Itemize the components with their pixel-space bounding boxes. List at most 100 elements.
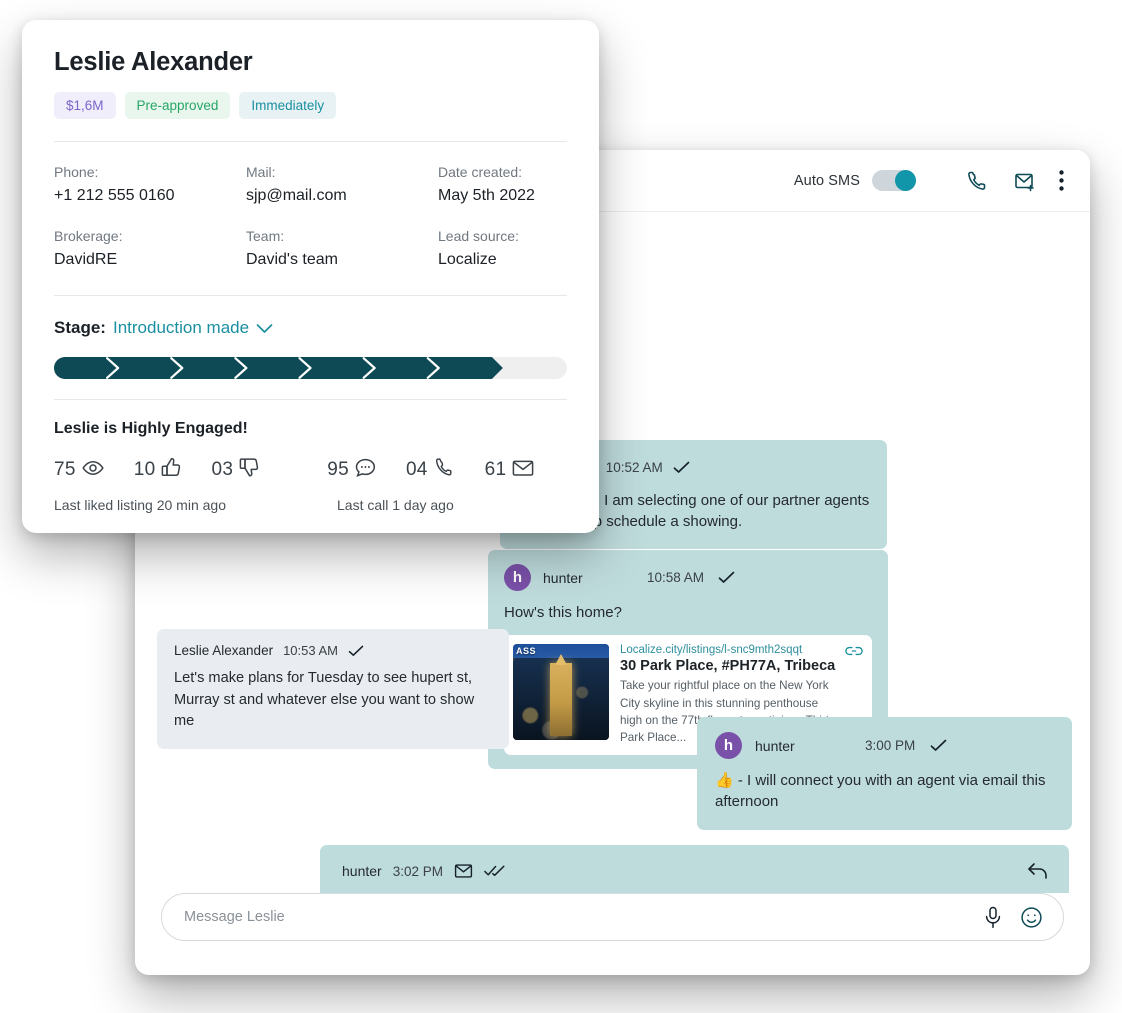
avatar: h (504, 564, 531, 591)
message-sender: hunter (755, 737, 795, 754)
check-icon (930, 739, 947, 752)
chat-bubble-icon (355, 458, 376, 483)
listing-title: 30 Park Place, #PH77A, Tribeca (620, 658, 836, 675)
more-vertical-icon[interactable] (1059, 170, 1064, 191)
message-time: 10:53 AM (283, 643, 339, 658)
message-text: 👍 - I will connect you with an agent via… (715, 772, 1046, 811)
status-badge-approval: Pre-approved (124, 92, 231, 119)
info-label: Date created: (438, 164, 523, 180)
stage-label: Stage: (54, 318, 106, 337)
stage-progress-svg (54, 357, 567, 379)
message-composer[interactable] (161, 893, 1064, 941)
engagement-stats-right: 95 04 61 (327, 457, 564, 483)
stat-count: 61 (484, 459, 507, 480)
engagement-stats-left: 75 10 03 (54, 457, 289, 483)
last-liked-listing-text: Last liked listing 20 min ago (54, 497, 226, 513)
stat-count: 95 (327, 459, 349, 480)
message-meta: h hunter 3:00 PM (715, 732, 1054, 759)
info-value: May 5th 2022 (438, 187, 535, 204)
check-icon (673, 461, 690, 474)
thumbs-up-icon (161, 457, 181, 483)
emoji-icon[interactable] (1020, 906, 1043, 929)
info-label: Phone: (54, 164, 99, 180)
auto-sms-label: Auto SMS (793, 172, 860, 189)
envelope-icon (512, 459, 534, 482)
info-label: Brokerage: (54, 228, 123, 244)
stat-count: 03 (211, 459, 234, 480)
microphone-icon[interactable] (984, 906, 1002, 929)
phone-icon[interactable] (966, 169, 990, 193)
message-meta: hunter 3:02 PM (342, 863, 1047, 879)
thumbnail-tower (550, 663, 572, 737)
status-badge-timeline: Immediately (239, 92, 337, 119)
message-meta: h hunter 10:58 AM (504, 564, 872, 591)
message-text: How's this home? (504, 604, 622, 621)
message-sender: Leslie Alexander (174, 643, 274, 658)
stat-dislikes: 03 (211, 457, 259, 483)
eye-icon (82, 460, 104, 481)
composer-container (135, 893, 1090, 975)
message-time: 10:58 AM (647, 570, 705, 585)
mail-add-icon[interactable] (1012, 169, 1037, 193)
listing-url[interactable]: Localize.city/listings/l-snc9mth2sqqt (620, 644, 841, 656)
info-label: Lead source: (438, 228, 519, 244)
chevron-down-icon[interactable] (256, 323, 273, 334)
stat-count: 10 (133, 459, 156, 480)
message-bubble: Leslie Alexander 10:53 AM Let's make pla… (157, 629, 509, 749)
divider (54, 295, 567, 296)
message-input[interactable] (184, 909, 966, 925)
lead-profile-card: Leslie Alexander $1,6M Pre-approved Imme… (22, 20, 599, 533)
message-sender: hunter (342, 863, 382, 879)
info-value: sjp@mail.com (246, 187, 347, 204)
engagement-subtext-row: Last liked listing 20 min ago Last call … (54, 497, 567, 513)
lead-info-grid: Phone: +1 212 555 0160 Mail: sjp@mail.co… (54, 164, 567, 292)
badge-list: $1,6M Pre-approved Immediately (54, 92, 567, 119)
stat-emails: 61 (485, 457, 535, 483)
info-label: Team: (246, 228, 285, 244)
message-time: 10:52 AM (605, 460, 663, 475)
divider (54, 141, 567, 142)
info-value: +1 212 555 0160 (54, 187, 175, 204)
avatar: h (715, 732, 742, 759)
stat-likes: 10 (134, 457, 182, 483)
stat-calls: 04 (406, 457, 455, 483)
listing-thumbnail: ASS (513, 644, 609, 741)
stat-messages: 95 (327, 457, 376, 483)
message-time: 3:00 PM (865, 738, 916, 753)
info-field-phone: Phone: +1 212 555 0160 (54, 164, 246, 228)
stat-count: 04 (405, 459, 428, 480)
thumbs-down-icon (239, 457, 259, 483)
message-time: 3:02 PM (392, 863, 443, 879)
info-field-mail: Mail: sjp@mail.com (246, 164, 438, 228)
toggle-knob (895, 170, 916, 191)
message-text: Let's make plans for Tuesday to see hupe… (174, 670, 475, 730)
link-icon[interactable] (845, 644, 863, 663)
info-field-lead-source: Lead source: Localize (438, 228, 567, 292)
message-meta: Leslie Alexander 10:53 AM (174, 643, 492, 658)
screenshot-root: Auto SMS 10:52 AM That's great! I am sel… (0, 0, 1122, 1013)
reply-icon[interactable] (1027, 862, 1049, 885)
divider (54, 399, 567, 400)
message-bubble: h hunter 3:00 PM 👍 - I will connect you … (697, 717, 1072, 830)
auto-sms-toggle[interactable] (872, 170, 916, 191)
page-title: Leslie Alexander (54, 48, 253, 76)
check-icon (348, 645, 364, 657)
info-field-team: Team: David's team (246, 228, 438, 292)
stage-row: Stage: Introduction made (54, 318, 567, 338)
stage-value[interactable]: Introduction made (113, 318, 249, 338)
envelope-icon (454, 863, 473, 879)
message-sender: hunter (543, 569, 583, 586)
info-value: Localize (438, 251, 497, 268)
engagement-stats: 75 10 03 95 04 61 (54, 457, 567, 483)
check-icon (718, 571, 735, 584)
email-message-bubble: hunter 3:02 PM (320, 845, 1069, 893)
info-field-brokerage: Brokerage: DavidRE (54, 228, 246, 292)
info-value: David's team (246, 251, 338, 268)
info-field-date-created: Date created: May 5th 2022 (438, 164, 567, 228)
status-badge-budget: $1,6M (54, 92, 116, 119)
stat-count: 75 (54, 459, 76, 480)
stat-views: 75 (54, 457, 104, 483)
info-value: DavidRE (54, 251, 118, 268)
phone-icon (434, 457, 455, 483)
engagement-headline: Leslie is Highly Engaged! (54, 420, 248, 437)
